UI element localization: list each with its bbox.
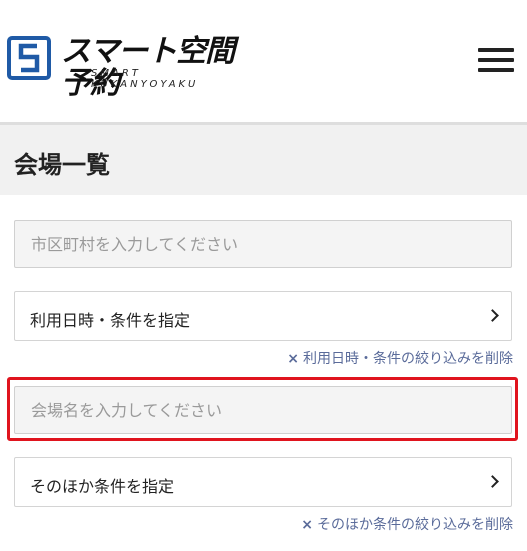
other-filter-button[interactable]: そのほか条件を指定 bbox=[14, 457, 512, 507]
clear-datetime-filter-link[interactable]: × 利用日時・条件の絞り込みを削除 bbox=[287, 348, 513, 368]
chevron-right-icon bbox=[486, 309, 499, 322]
hamburger-line bbox=[478, 48, 514, 52]
clear-datetime-filter-label: 利用日時・条件の絞り込みを削除 bbox=[303, 351, 513, 367]
logo-subtext: SMART KUKANYOYAKU bbox=[91, 68, 199, 90]
datetime-filter-button[interactable]: 利用日時・条件を指定 bbox=[14, 291, 512, 341]
clear-other-filter-link[interactable]: × そのほか条件の絞り込みを削除 bbox=[301, 514, 513, 534]
venue-name-search-input[interactable] bbox=[14, 386, 512, 434]
hamburger-line bbox=[478, 58, 514, 62]
other-filter-label: そのほか条件を指定 bbox=[30, 477, 175, 496]
header: スマート空間予約 SMART KUKANYOYAKU bbox=[0, 0, 527, 122]
logo-mark-icon bbox=[7, 36, 51, 80]
close-icon: × bbox=[287, 351, 299, 367]
hamburger-menu-icon[interactable] bbox=[478, 46, 514, 74]
clear-other-filter-label: そのほか条件の絞り込みを削除 bbox=[317, 517, 513, 533]
hamburger-line bbox=[478, 68, 514, 72]
close-icon: × bbox=[301, 517, 313, 533]
logo[interactable]: スマート空間予約 SMART KUKANYOYAKU bbox=[7, 36, 252, 100]
chevron-right-icon bbox=[486, 475, 499, 488]
page-title: 会場一覧 bbox=[14, 151, 110, 179]
datetime-filter-label: 利用日時・条件を指定 bbox=[30, 311, 191, 330]
city-search-input[interactable] bbox=[14, 220, 512, 268]
